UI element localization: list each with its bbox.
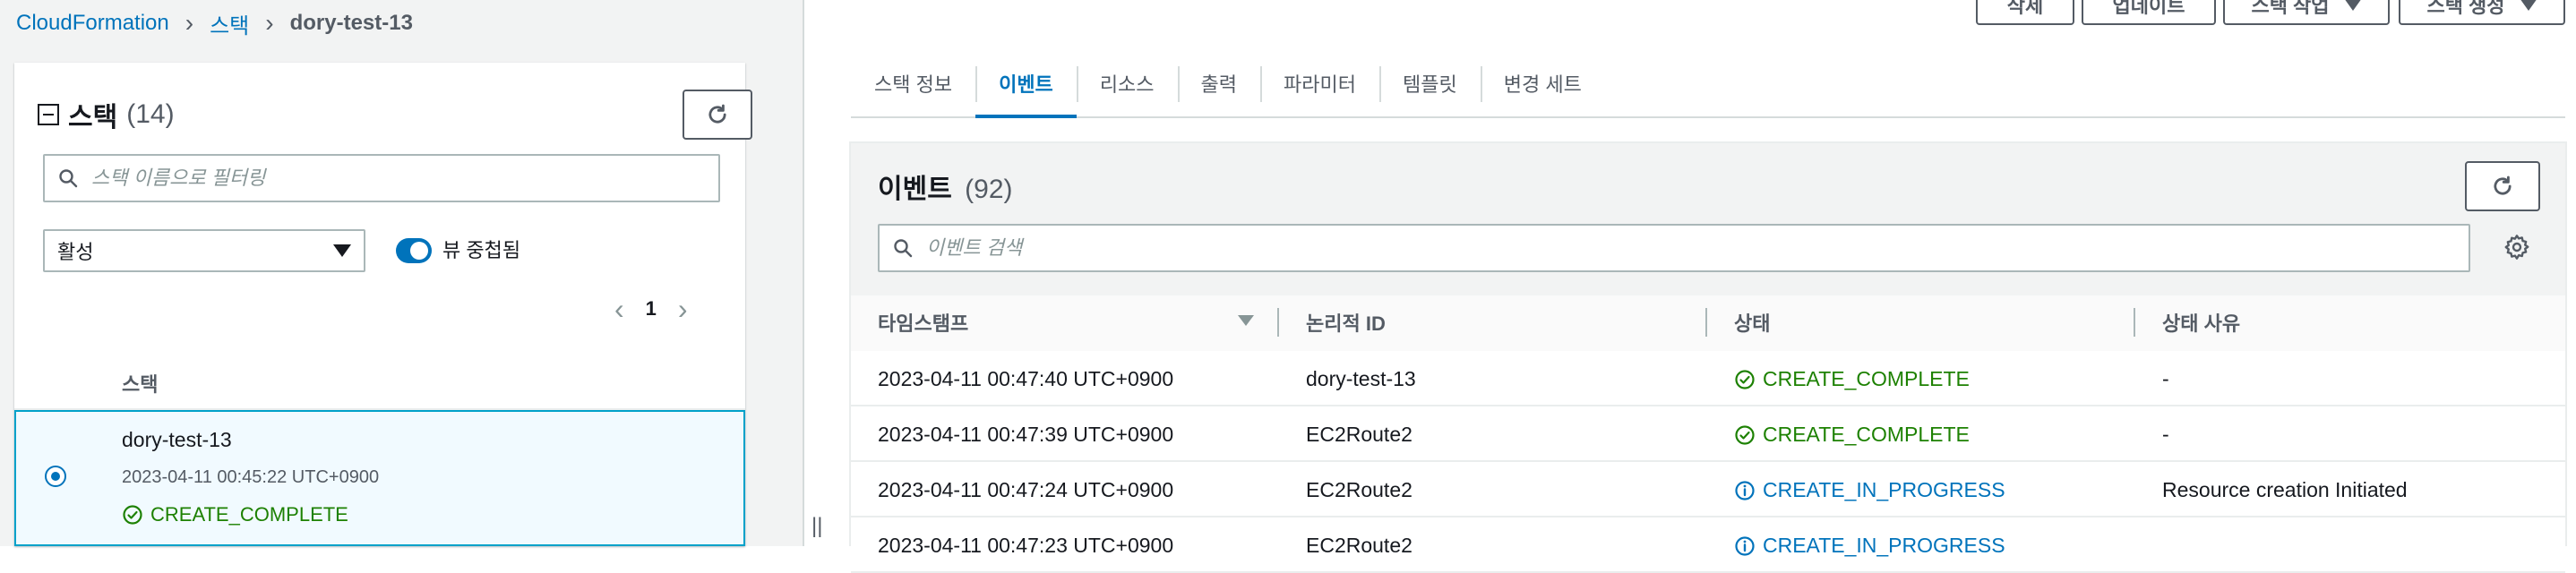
sort-descending-icon[interactable]	[1238, 315, 1254, 326]
events-count: (92)	[965, 175, 1013, 204]
check-circle-icon	[1735, 369, 1755, 389]
create-stack-button[interactable]: 스택 생성	[2399, 0, 2565, 25]
stack-actions-button[interactable]: 스택 작업	[2223, 0, 2390, 25]
breadcrumb: CloudFormation › 스택 › dory-test-13	[16, 9, 413, 38]
breadcrumb-stacks-link[interactable]: 스택	[210, 8, 249, 39]
events-search-input[interactable]	[924, 235, 2469, 261]
collapse-icon[interactable]	[38, 104, 59, 125]
search-icon	[894, 239, 913, 258]
stack-detail-tabs: 스택 정보 이벤트 리소스 출력 파라미터 템플릿 변경 세트	[851, 50, 2565, 118]
breadcrumb-cloudformation-link[interactable]: CloudFormation	[16, 11, 169, 36]
view-nested-label: 뷰 중첩됨	[442, 239, 521, 261]
events-table-header	[851, 295, 2565, 353]
stack-created-time: 2023-04-11 00:45:22 UTC+0900	[122, 467, 380, 487]
next-page-icon[interactable]: ›	[678, 293, 688, 326]
event-timestamp: 2023-04-11 00:47:40 UTC+0900	[878, 367, 1174, 390]
resize-handle-icon[interactable]: ||	[811, 514, 822, 539]
create-stack-label: 스택 생성	[2426, 0, 2505, 17]
check-circle-icon	[123, 505, 142, 525]
stacks-title-text: 스택	[68, 103, 118, 133]
breadcrumb-current: dory-test-13	[289, 11, 413, 35]
tab-0[interactable]: 스택 정보	[851, 50, 975, 116]
event-timestamp: 2023-04-11 00:47:24 UTC+0900	[878, 478, 1174, 501]
stack-status-select-value: 활성	[57, 241, 94, 263]
stack-filter-input[interactable]	[90, 166, 718, 191]
gear-icon[interactable]	[2503, 233, 2531, 261]
event-logical-id: EC2Route2	[1306, 478, 1413, 501]
tab-3[interactable]: 출력	[1177, 50, 1260, 116]
event-status-reason: -	[2162, 423, 2169, 446]
stack-filter-box	[43, 154, 720, 202]
pagination: ‹ 1 ›	[614, 293, 688, 325]
tab-1[interactable]: 이벤트	[975, 50, 1077, 118]
stack-actions-label: 스택 작업	[2251, 0, 2330, 17]
tab-2[interactable]: 리소스	[1076, 50, 1178, 116]
event-status-text: CREATE_COMPLETE	[1763, 367, 1970, 390]
stack-name[interactable]: dory-test-13	[122, 428, 232, 452]
column-divider[interactable]	[2134, 308, 2135, 337]
previous-page-icon[interactable]: ‹	[614, 293, 624, 326]
column-header-logical-id[interactable]: 논리적 ID	[1306, 308, 1386, 337]
stacks-column-header[interactable]: 스택	[122, 369, 158, 398]
event-status: CREATE_IN_PROGRESS	[1734, 478, 2005, 502]
caret-down-icon	[2519, 0, 2537, 11]
stack-select-radio[interactable]	[45, 466, 66, 487]
event-status: CREATE_COMPLETE	[1734, 367, 1970, 391]
stacks-refresh-button[interactable]	[683, 90, 752, 140]
current-page-number[interactable]: 1	[646, 297, 657, 321]
stacks-count: (14)	[126, 99, 175, 129]
search-icon	[59, 169, 78, 188]
view-nested-toggle[interactable]	[396, 238, 432, 263]
event-status-reason: -	[2162, 367, 2169, 390]
event-logical-id: dory-test-13	[1306, 367, 1416, 390]
stack-status: CREATE_COMPLETE	[122, 503, 348, 526]
events-title-text: 이벤트	[878, 175, 952, 204]
refresh-icon	[2494, 175, 2512, 195]
event-timestamp: 2023-04-11 00:47:39 UTC+0900	[878, 423, 1174, 446]
caret-down-icon	[2343, 0, 2362, 11]
stacks-panel-title: 스택 (14)	[38, 95, 175, 134]
refresh-icon	[708, 104, 726, 124]
info-circle-icon	[1735, 480, 1755, 500]
column-header-status-reason[interactable]: 상태 사유	[2162, 308, 2240, 337]
breadcrumb-separator-icon: ›	[265, 9, 274, 37]
update-button[interactable]: 업데이트	[2082, 0, 2216, 25]
event-logical-id: EC2Route2	[1306, 423, 1413, 446]
column-header-timestamp[interactable]: 타임스탬프	[878, 308, 968, 337]
event-status: CREATE_COMPLETE	[1734, 423, 1970, 447]
stack-status-select[interactable]: 활성	[43, 229, 365, 272]
delete-button[interactable]: 삭제	[1976, 0, 2074, 25]
event-status-text: CREATE_IN_PROGRESS	[1763, 478, 2005, 501]
column-divider[interactable]	[1277, 308, 1279, 337]
events-panel-title: 이벤트 (92)	[878, 167, 1013, 206]
stack-status-text: CREATE_COMPLETE	[150, 503, 348, 526]
pane-divider	[803, 0, 804, 546]
events-search-box	[878, 224, 2470, 272]
column-header-status[interactable]: 상태	[1734, 308, 1770, 337]
event-status-reason: Resource creation Initiated	[2162, 478, 2408, 501]
caret-down-icon	[333, 244, 351, 257]
event-status-text: CREATE_COMPLETE	[1763, 423, 1970, 446]
events-refresh-button[interactable]	[2465, 161, 2540, 211]
column-divider[interactable]	[1705, 308, 1707, 337]
breadcrumb-separator-icon: ›	[185, 9, 194, 37]
tab-5[interactable]: 템플릿	[1379, 50, 1481, 116]
tab-6[interactable]: 변경 세트	[1480, 50, 1605, 116]
tab-4[interactable]: 파라미터	[1260, 50, 1379, 116]
check-circle-icon	[1735, 424, 1755, 445]
